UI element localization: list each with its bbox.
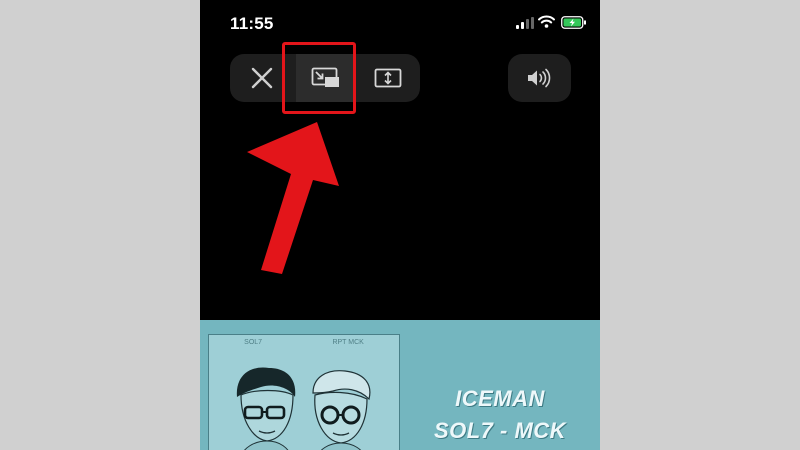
red-arrow xyxy=(247,122,339,274)
close-icon xyxy=(251,67,273,89)
status-bar: 11:55 xyxy=(200,0,600,46)
volume-button[interactable] xyxy=(508,54,571,102)
speaker-volume-icon xyxy=(527,68,550,88)
track-title: ICEMAN xyxy=(455,386,545,411)
track-artists: SOL7 - MCK xyxy=(433,418,567,443)
status-time: 11:55 xyxy=(230,14,274,33)
wifi-icon xyxy=(538,15,555,28)
video-content[interactable]: SOL7 RPT MCK ICEMAN SOL7 - MCK xyxy=(200,320,600,450)
highlight-box xyxy=(282,42,356,114)
album-art: SOL7 RPT MCK xyxy=(208,334,400,450)
fill-screen-icon xyxy=(374,68,402,88)
artists-portrait-illustration xyxy=(236,367,371,450)
battery-charging-icon xyxy=(561,16,586,29)
phone-screen: 11:55 SOL7 RPT MCK ICEMAN SOL7 - MCK xyxy=(200,0,600,450)
fill-screen-button[interactable] xyxy=(358,54,418,102)
cellular-signal-icon xyxy=(516,17,534,29)
